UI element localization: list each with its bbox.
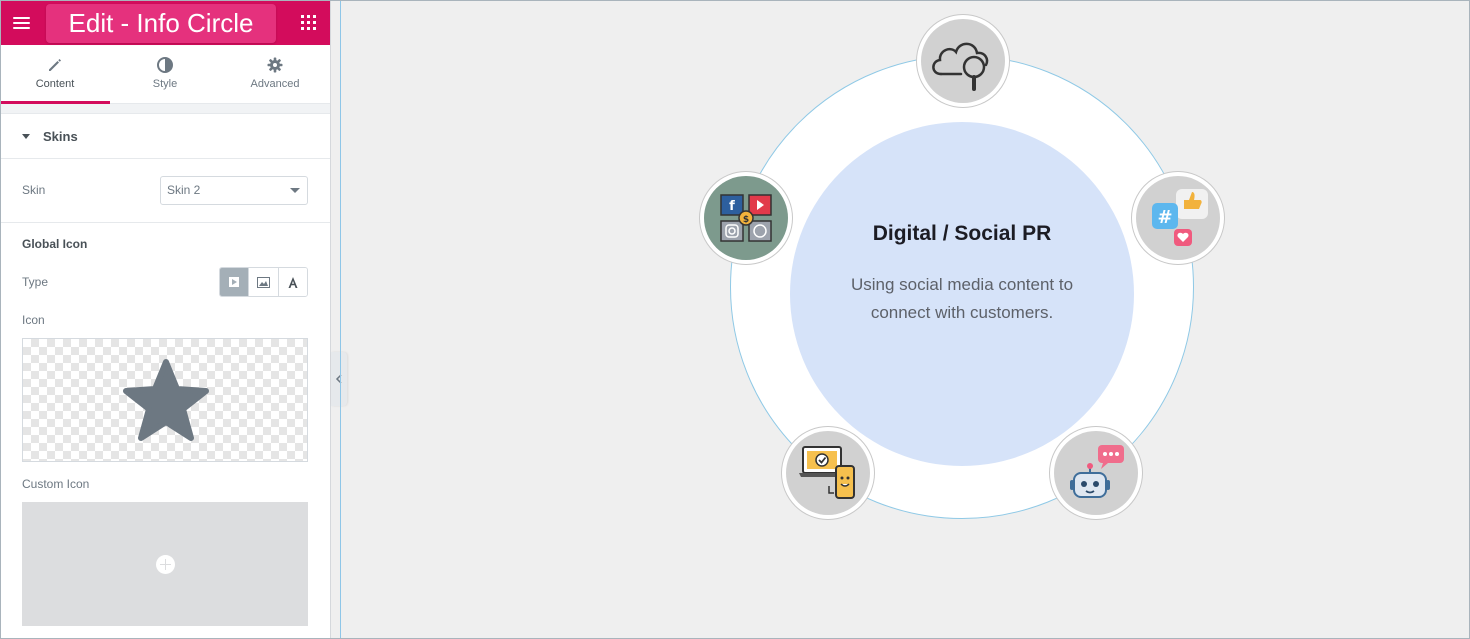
gear-icon [267, 57, 283, 73]
social-media-grid-icon: f $ [720, 194, 772, 242]
panel-header: Edit - Info Circle [0, 0, 330, 45]
info-item-4[interactable] [782, 427, 874, 519]
info-circle-description: Using social media content to connect wi… [850, 275, 1074, 322]
tab-content[interactable]: Content [0, 45, 110, 104]
chevron-down-icon [290, 188, 300, 193]
info-item-5[interactable]: f $ [700, 172, 792, 264]
flag-icon [229, 277, 240, 287]
half-circle-icon [157, 57, 173, 73]
info-item-1[interactable] [917, 15, 1009, 107]
tab-style-label: Style [152, 78, 178, 90]
tab-content-label: Content [35, 78, 75, 90]
skin-select[interactable]: Skin 2 [160, 176, 308, 205]
skin-label: Skin [22, 183, 46, 197]
type-choices [219, 267, 308, 297]
tab-style[interactable]: Style [110, 45, 220, 103]
pencil-icon [49, 59, 61, 71]
info-circle-title: Digital / Social PR [872, 222, 1052, 245]
divider [0, 222, 330, 223]
info-item-3[interactable] [1050, 427, 1142, 519]
icon-label: Icon [22, 313, 45, 327]
social-hashtag-like-icon: # [1152, 189, 1208, 246]
text-icon [288, 276, 298, 288]
cloud-search-icon [932, 42, 989, 91]
section-skins-title: Skins [43, 128, 78, 144]
collapse-panel-handle[interactable] [331, 352, 347, 406]
chatbot-icon [1070, 445, 1124, 498]
chevron-left-icon [335, 374, 342, 384]
section-gap [0, 104, 330, 114]
type-text-choice[interactable] [278, 268, 307, 296]
laptop-phone-icon [799, 446, 855, 499]
star-icon [123, 359, 209, 441]
menu-icon[interactable] [11, 14, 33, 32]
info-item-4-bg [786, 431, 870, 515]
type-icon-choice[interactable] [220, 268, 250, 296]
svg-text:#: # [1157, 207, 1172, 228]
info-item-5-bg: f $ [704, 176, 788, 260]
tab-advanced-label: Advanced [250, 78, 300, 90]
canvas-edge [340, 0, 341, 639]
info-item-2[interactable]: # [1132, 172, 1224, 264]
info-circle-content: Digital / Social PR Using social media c… [790, 122, 1134, 466]
editor-panel: Edit - Info Circle Content Style Advance… [0, 0, 331, 639]
tab-advanced[interactable]: Advanced [220, 45, 330, 103]
icon-picker-preview[interactable] [22, 338, 308, 462]
svg-text:f: f [729, 199, 735, 214]
custom-icon-label: Custom Icon [22, 477, 90, 491]
info-item-1-bg [921, 19, 1005, 103]
type-image-choice[interactable] [249, 268, 279, 296]
section-skins-toggle[interactable]: Skins [0, 114, 330, 159]
panel-tabs: Content Style Advanced [0, 45, 330, 104]
global-icon-heading: Global Icon [22, 237, 88, 251]
type-label: Type [22, 275, 49, 289]
caret-down-icon [22, 133, 30, 139]
skin-select-value: Skin 2 [167, 183, 201, 197]
plus-icon [156, 555, 175, 574]
image-icon [256, 276, 270, 288]
widgets-grid-icon[interactable] [301, 15, 316, 30]
panel-title: Edit - Info Circle [46, 4, 276, 43]
custom-icon-upload[interactable] [22, 502, 308, 626]
svg-text:$: $ [743, 215, 749, 225]
info-item-2-bg: # [1136, 176, 1220, 260]
info-item-3-bg [1054, 431, 1138, 515]
